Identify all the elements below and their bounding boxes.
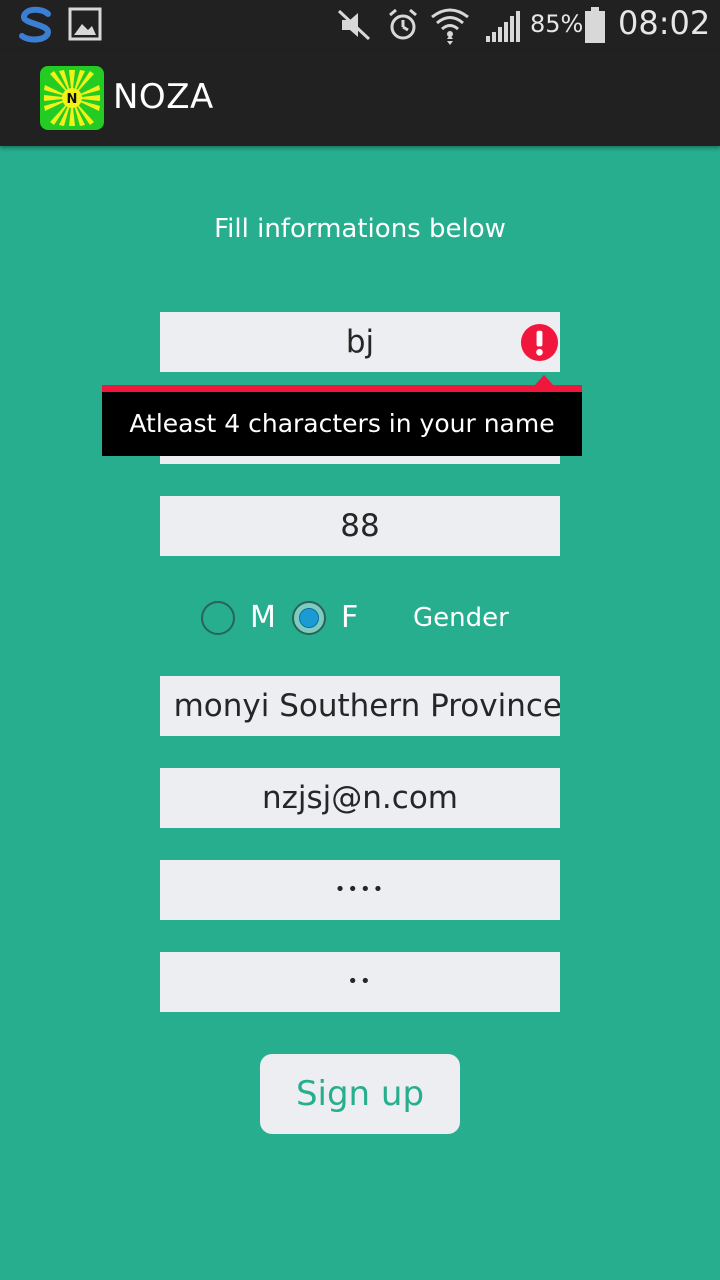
s-app-icon [19, 6, 52, 43]
address-field-value: monyi Southern Province [173, 688, 560, 724]
gender-option-f-label[interactable]: F [341, 600, 358, 635]
age-field[interactable]: 88 [160, 496, 560, 556]
name-field[interactable]: bj [160, 312, 560, 372]
gender-radio-m[interactable] [201, 601, 235, 635]
clock: 08:02 [618, 4, 711, 42]
gender-option-m-label[interactable]: M [250, 600, 276, 635]
gender-radio-f[interactable] [292, 601, 326, 635]
confirm-password-field-value: •• [347, 971, 373, 992]
alarm-icon [389, 8, 417, 40]
signup-screen: 85% 08:02 N NOZA Fill informations below… [0, 0, 720, 1280]
error-tooltip: Atleast 4 characters in your name [102, 385, 582, 456]
battery-icon [585, 7, 605, 43]
password-field-value: •••• [334, 879, 386, 900]
age-field-value: 88 [340, 508, 380, 544]
battery-percent: 85% [530, 10, 584, 38]
name-field-value: bj [345, 324, 375, 360]
gallery-icon [68, 7, 102, 41]
email-field[interactable]: nzjsj@n.com [160, 768, 560, 828]
action-bar: N NOZA [0, 50, 720, 146]
app-logo-icon[interactable]: N [40, 66, 104, 130]
logo-letter: N [67, 92, 78, 107]
error-icon[interactable] [520, 323, 559, 362]
signup-button[interactable]: Sign up [260, 1054, 460, 1134]
form-heading: Fill informations below [214, 214, 506, 244]
address-field[interactable]: monyi Southern Province [160, 676, 560, 736]
wifi-icon [431, 8, 469, 45]
email-field-value: nzjsj@n.com [261, 780, 458, 816]
signal-icon [486, 11, 520, 42]
gender-label: Gender [413, 603, 509, 633]
confirm-password-field[interactable]: •• [160, 952, 560, 1012]
mute-icon [337, 9, 371, 41]
password-field[interactable]: •••• [160, 860, 560, 920]
status-bar: 85% 08:02 [0, 0, 720, 50]
app-title: NOZA [113, 77, 214, 117]
